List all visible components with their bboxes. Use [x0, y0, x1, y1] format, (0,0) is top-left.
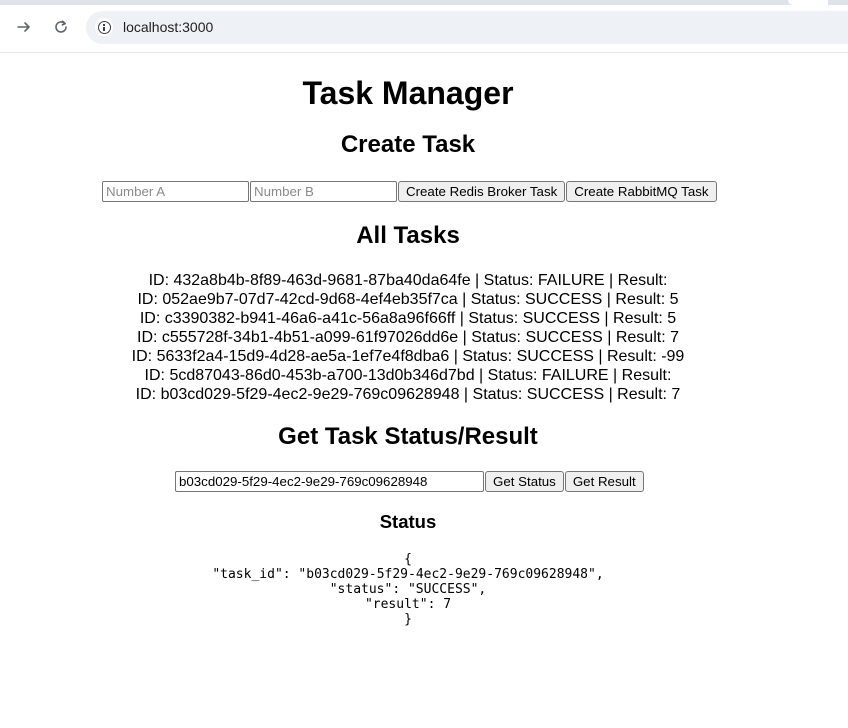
all-tasks-heading: All Tasks	[356, 222, 460, 249]
get-status-button[interactable]: Get Status	[485, 471, 564, 492]
get-result-button[interactable]: Get Result	[564, 471, 644, 492]
list-item: ID: b03cd029-5f29-4ec2-9e29-769c09628948…	[135, 386, 681, 403]
list-item: ID: 432a8b4b-8f89-463d-9681-87ba40da64fe…	[148, 272, 668, 289]
list-item: ID: c555728f-34b1-4b51-a099-61f97026dd6e…	[137, 329, 679, 346]
browser-toolbar: localhost:3000	[0, 0, 848, 53]
task-id-input[interactable]	[175, 471, 484, 492]
url-text[interactable]: localhost:3000	[123, 19, 213, 35]
list-item: ID: 5cd87043-86d0-453b-a700-13d0b346d7bd…	[144, 367, 672, 384]
status-heading: Status	[379, 511, 437, 532]
status-json-output: { "task_id": "b03cd029-5f29-4ec2-9e29-76…	[212, 552, 604, 627]
reload-icon[interactable]	[51, 17, 71, 37]
task-list: ID: 432a8b4b-8f89-463d-9681-87ba40da64fe…	[0, 271, 816, 404]
forward-arrow-icon[interactable]	[14, 17, 34, 37]
get-task-form: Get Status Get Result	[175, 471, 644, 493]
list-item: ID: 052ae9b7-07d7-42cd-9d68-4ef4eb35f7ca…	[137, 291, 679, 308]
tab-strip	[0, 0, 848, 5]
number-b-input[interactable]	[250, 181, 397, 202]
info-icon[interactable]	[95, 18, 113, 36]
create-redis-task-button[interactable]: Create Redis Broker Task	[398, 181, 566, 202]
address-bar[interactable]: localhost:3000	[86, 11, 848, 44]
get-task-heading: Get Task Status/Result	[278, 423, 538, 450]
create-task-heading: Create Task	[340, 131, 476, 158]
create-task-form: Create Redis Broker Task Create RabbitMQ…	[102, 181, 717, 203]
create-rabbitmq-task-button[interactable]: Create RabbitMQ Task	[566, 181, 717, 202]
list-item: ID: c3390382-b941-46a6-a41c-56a8a96f66ff…	[139, 310, 677, 327]
page-title: Task Manager	[302, 75, 514, 111]
list-item: ID: 5633f2a4-15d9-4d28-ae5a-1ef7e4f8dba6…	[131, 348, 685, 365]
number-a-input[interactable]	[102, 181, 249, 202]
tab-edge	[788, 0, 828, 5]
